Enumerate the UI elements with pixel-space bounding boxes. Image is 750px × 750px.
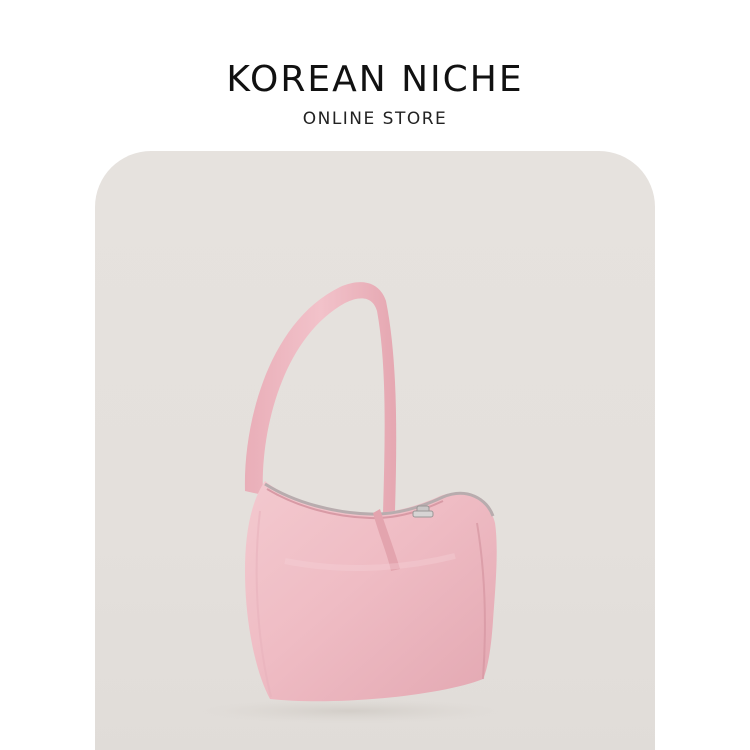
bag-shadow bbox=[200, 699, 500, 723]
product-page: KOREAN NICHE ONLINE STORE bbox=[0, 0, 750, 750]
brand-subtitle: ONLINE STORE bbox=[302, 109, 448, 129]
pink-shoulder-bag-image bbox=[200, 282, 500, 723]
bag-strap bbox=[244, 282, 397, 513]
product-image-card bbox=[95, 151, 655, 750]
brand-title: KOREAN NICHE bbox=[226, 59, 524, 100]
